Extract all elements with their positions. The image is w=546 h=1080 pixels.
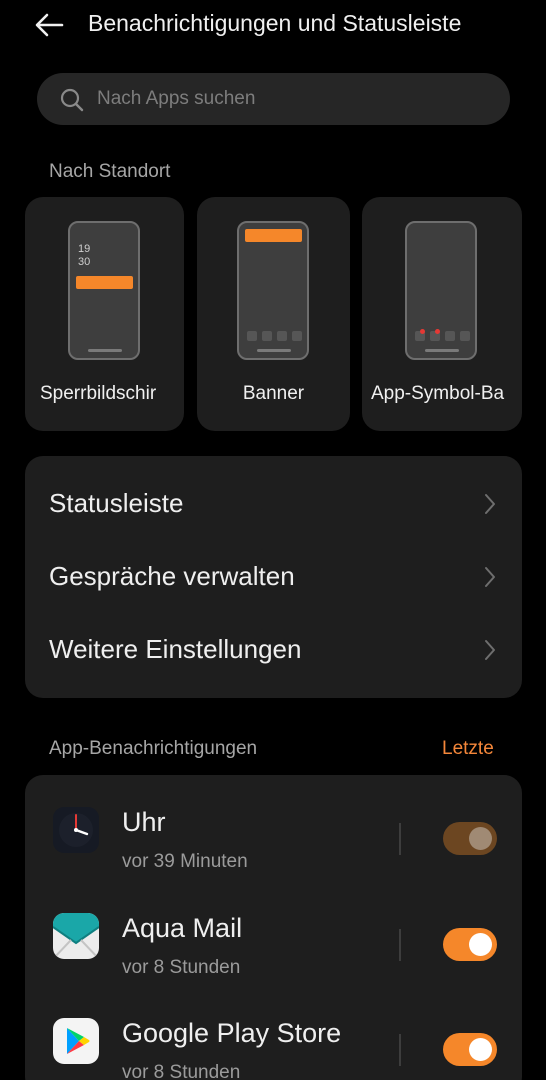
app-badge-preview [405,221,477,360]
chevron-right-icon [485,494,495,514]
app-notifications-list: Uhr vor 39 Minuten Aqua Mail vor 8 Stund… [25,775,522,1080]
location-card-label: Sperrbildschir [40,383,157,404]
preview-home-bar [88,349,122,352]
menu-item-gespraeche[interactable]: Gespräche verwalten [25,541,522,614]
app-row-google-play-store[interactable]: Google Play Store vor 8 Stunden [25,986,522,1080]
app-name: Aqua Mail [122,913,243,943]
menu-item-label: Weitere Einstellungen [49,634,302,664]
back-button[interactable] [30,8,68,42]
divider [399,823,401,855]
settings-menu: Statusleiste Gespräche verwalten Weitere… [25,456,522,698]
lockscreen-preview: 19 30 [68,221,140,360]
app-last-notification-time: vor 8 Stunden [122,957,241,978]
preview-home-bar [425,349,459,352]
chevron-right-icon [485,640,495,660]
search-input[interactable] [97,73,487,125]
app-row-aqua-mail[interactable]: Aqua Mail vor 8 Stunden [25,881,522,986]
app-row-uhr[interactable]: Uhr vor 39 Minuten [25,775,522,880]
page-title: Benachrichtigungen und Statusleiste [88,10,462,36]
location-card-app-badge[interactable]: App-Symbol-Ba [362,197,522,431]
search-bar[interactable] [37,73,510,125]
toggle-knob [469,827,492,850]
notification-toggle[interactable] [443,1033,497,1066]
menu-item-weitere-einstellungen[interactable]: Weitere Einstellungen [25,614,522,687]
top-app-bar: Benachrichtigungen und Statusleiste [0,0,546,52]
divider [399,929,401,961]
preview-dock [247,331,302,341]
preview-banner [245,229,302,242]
preview-notification [76,276,133,289]
notification-toggle[interactable] [443,822,497,855]
app-name: Google Play Store [122,1018,342,1048]
mail-envelope-icon [53,913,99,959]
section-title-location: Nach Standort [49,161,171,182]
clock-app-icon [53,807,99,853]
sort-recent-link[interactable]: Letzte [442,738,494,760]
search-icon [60,88,84,112]
toggle-knob [469,933,492,956]
app-last-notification-time: vor 8 Stunden [122,1062,241,1080]
app-last-notification-time: vor 39 Minuten [122,851,248,872]
chevron-right-icon [485,567,495,587]
menu-item-label: Statusleiste [49,488,184,518]
menu-item-statusleiste[interactable]: Statusleiste [25,468,522,541]
location-card-label: Banner [242,383,305,404]
preview-home-bar [257,349,291,352]
arrow-left-icon [35,13,64,37]
play-store-icon [53,1018,99,1064]
divider [399,1034,401,1066]
banner-preview [237,221,309,360]
app-name: Uhr [122,807,166,837]
notification-toggle[interactable] [443,928,497,961]
section-title-app-notifications: App-Benachrichtigungen [49,738,258,759]
location-card-banner[interactable]: Banner [197,197,350,431]
toggle-knob [469,1038,492,1061]
preview-clock-hour: 19 [78,243,91,255]
location-card-label: App-Symbol-Ba [371,383,505,404]
preview-clock-minute: 30 [78,256,91,268]
location-card-lockscreen[interactable]: 19 30 Sperrbildschir [25,197,184,431]
menu-item-label: Gespräche verwalten [49,561,295,591]
preview-dock [415,329,470,341]
